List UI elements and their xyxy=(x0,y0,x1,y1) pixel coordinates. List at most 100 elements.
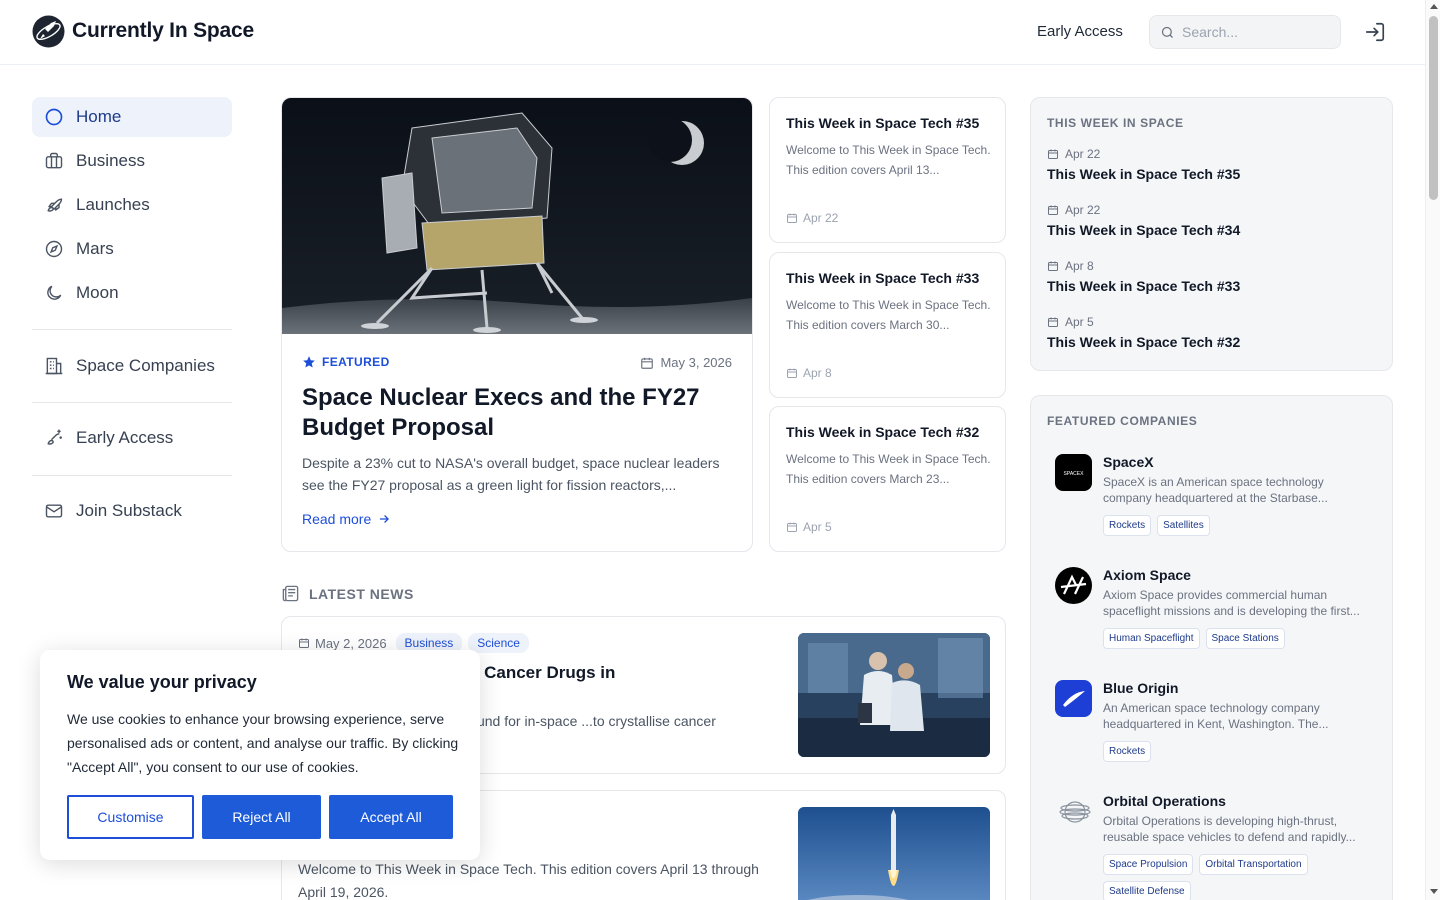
company-tag[interactable]: Space Stations xyxy=(1205,628,1285,649)
sidebar-item-space-companies[interactable]: Space Companies xyxy=(32,346,232,386)
moon-icon xyxy=(44,283,64,303)
latest-news-label: LATEST NEWS xyxy=(309,585,414,602)
calendar-icon xyxy=(1048,149,1058,159)
top-header: Currently In Space Early Access xyxy=(0,0,1425,65)
newsletter-card[interactable]: This Week in Space Tech #32 Welcome to T… xyxy=(769,406,1006,552)
company-tag[interactable]: Rockets xyxy=(1103,515,1152,536)
sidebar-item-mars[interactable]: Mars xyxy=(32,229,232,269)
company-tag[interactable]: Orbital Transportation xyxy=(1199,854,1308,875)
brand-name[interactable]: Currently In Space xyxy=(72,19,254,43)
card-title: This Week in Space Tech #32 xyxy=(786,424,980,440)
calendar-icon xyxy=(787,368,797,378)
company-tag[interactable]: Satellites xyxy=(1157,515,1210,536)
company-tags: Rockets xyxy=(1103,741,1373,762)
company-tag[interactable]: Satellite Defense xyxy=(1103,881,1191,900)
star-icon xyxy=(303,356,315,368)
reject-all-button[interactable]: Reject All xyxy=(202,795,321,839)
newsletter-card[interactable]: This Week in Space Tech #35 Welcome to T… xyxy=(769,97,1006,243)
calendar-icon xyxy=(787,213,797,223)
week-item-title[interactable]: This Week in Space Tech #33 xyxy=(1047,278,1377,294)
calendar-icon xyxy=(1048,261,1058,271)
compass-icon xyxy=(44,239,64,259)
card-date-label: Apr 5 xyxy=(803,520,832,534)
company-tag[interactable]: Rockets xyxy=(1103,741,1152,762)
scroll-down-arrow-icon[interactable] xyxy=(1430,889,1438,894)
sidebar-item-home[interactable]: Home xyxy=(32,97,232,137)
featured-excerpt: Despite a 23% cut to NASA's overall budg… xyxy=(302,455,720,493)
cookie-consent-banner: We value your privacy We use cookies to … xyxy=(40,650,480,860)
orbital-operations-logo-icon xyxy=(1055,793,1092,830)
company-name[interactable]: Axiom Space xyxy=(1103,567,1191,583)
company-name[interactable]: Orbital Operations xyxy=(1103,793,1226,809)
scroll-up-arrow-icon[interactable] xyxy=(1430,4,1438,9)
week-item[interactable]: Apr 8 This Week in Space Tech #33 xyxy=(1047,259,1377,294)
featured-date: May 3, 2026 xyxy=(640,355,732,370)
newsletter-card[interactable]: This Week in Space Tech #33 Welcome to T… xyxy=(769,252,1006,398)
week-item-date: Apr 22 xyxy=(1065,147,1101,161)
company-name[interactable]: SpaceX xyxy=(1103,454,1154,470)
featured-badge-label: FEATURED xyxy=(322,355,390,369)
page-scrollbar[interactable] xyxy=(1425,0,1440,900)
week-item[interactable]: Apr 22 This Week in Space Tech #34 xyxy=(1047,203,1377,238)
accept-all-button[interactable]: Accept All xyxy=(329,795,453,839)
sidebar-item-label: Launches xyxy=(76,195,150,214)
read-more-label: Read more xyxy=(302,511,372,527)
sidebar-item-moon[interactable]: Moon xyxy=(32,273,232,313)
sidebar-item-label: Join Substack xyxy=(76,501,182,520)
search-box[interactable] xyxy=(1149,15,1341,49)
company-description: An American space technology company hea… xyxy=(1103,701,1329,731)
week-item[interactable]: Apr 5 This Week in Space Tech #32 xyxy=(1047,315,1377,350)
sidebar-item-early-access[interactable]: Early Access xyxy=(32,418,232,458)
news-date: May 2, 2026 xyxy=(315,635,387,651)
sign-in-icon[interactable] xyxy=(1364,21,1386,43)
company-tag[interactable]: Space Propulsion xyxy=(1103,854,1194,875)
sidebar-item-business[interactable]: Business xyxy=(32,141,232,181)
briefcase-icon xyxy=(44,151,64,171)
company-name[interactable]: Blue Origin xyxy=(1103,680,1178,696)
company-description: Axiom Space provides commercial human sp… xyxy=(1103,588,1360,618)
building-icon xyxy=(44,356,64,376)
logo-icon[interactable] xyxy=(32,15,65,48)
featured-title[interactable]: Space Nuclear Execs and the FY27 Budget … xyxy=(302,383,732,443)
week-item-title[interactable]: This Week in Space Tech #35 xyxy=(1047,166,1377,182)
week-item-date: Apr 8 xyxy=(1065,259,1094,273)
rocket-icon xyxy=(44,195,64,215)
sidebar-item-label: Moon xyxy=(76,283,119,302)
company-tags: Space Propulsion Orbital Transportation … xyxy=(1103,854,1373,900)
calendar-icon xyxy=(787,522,797,532)
week-item-title[interactable]: This Week in Space Tech #34 xyxy=(1047,222,1377,238)
featured-badge: FEATURED xyxy=(302,355,390,369)
calendar-icon xyxy=(1048,317,1058,327)
company-tags: Rockets Satellites xyxy=(1103,515,1373,536)
search-input[interactable] xyxy=(1182,16,1332,48)
sidebar-divider xyxy=(32,475,232,476)
week-item-date: Apr 5 xyxy=(1065,315,1094,329)
card-date: Apr 8 xyxy=(786,366,832,380)
calendar-icon xyxy=(641,357,654,369)
company-tags: Human Spaceflight Space Stations xyxy=(1103,628,1373,649)
news-tag-pill[interactable]: Science xyxy=(468,633,529,653)
sidebar-item-launches[interactable]: Launches xyxy=(32,185,232,225)
axiom-logo-icon xyxy=(1055,567,1092,604)
read-more-link[interactable]: Read more xyxy=(302,511,391,527)
svg-text:SPACEX: SPACEX xyxy=(1064,471,1085,477)
cookie-title: We value your privacy xyxy=(67,672,257,692)
company-description: Orbital Operations is developing high-th… xyxy=(1103,814,1356,844)
lab-scientists-image xyxy=(798,633,990,757)
newspaper-icon xyxy=(282,585,299,602)
search-icon xyxy=(1161,26,1173,38)
sidebar-item-join-substack[interactable]: Join Substack xyxy=(32,491,232,531)
card-excerpt: Welcome to This Week in Space Tech. This… xyxy=(786,143,991,177)
week-item[interactable]: Apr 22 This Week in Space Tech #35 xyxy=(1047,147,1377,182)
calendar-icon xyxy=(1048,205,1058,215)
customise-button[interactable]: Customise xyxy=(67,795,194,839)
spacex-logo-icon: SPACEX xyxy=(1055,454,1092,491)
sidebar-item-label: Early Access xyxy=(76,428,174,447)
early-access-link[interactable]: Early Access xyxy=(1037,23,1123,40)
company-tag[interactable]: Human Spaceflight xyxy=(1103,628,1200,649)
featured-article-card[interactable]: FEATURED May 3, 2026 Space Nuclear Execs… xyxy=(281,97,753,552)
scroll-thumb[interactable] xyxy=(1429,16,1438,200)
sidebar-divider xyxy=(32,402,232,403)
week-item-title[interactable]: This Week in Space Tech #32 xyxy=(1047,334,1377,350)
card-date-label: Apr 8 xyxy=(803,366,832,380)
